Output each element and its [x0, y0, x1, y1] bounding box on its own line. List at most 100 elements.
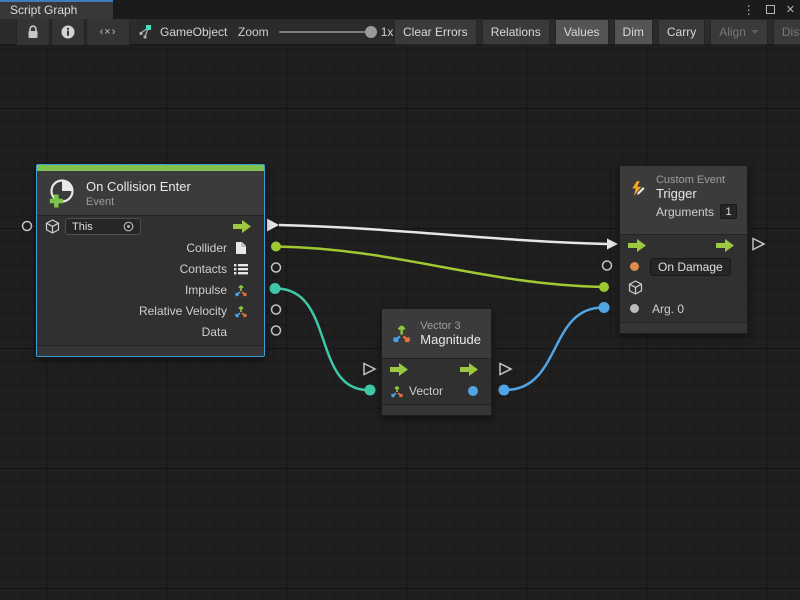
port-label: Vector: [409, 384, 443, 398]
row-data: Data: [37, 321, 264, 342]
row-contacts: Contacts: [37, 258, 264, 279]
row-flow: [620, 235, 747, 256]
info-button[interactable]: [51, 19, 85, 45]
port-label: Contacts: [180, 262, 227, 276]
arguments-label: Arguments: [656, 205, 714, 219]
zoom-slider-handle[interactable]: [365, 26, 377, 38]
graph-pointer[interactable]: GameObject: [138, 19, 227, 45]
node-title: Magnitude: [420, 332, 481, 347]
wire-magnitude[interactable]: [505, 308, 603, 391]
cube-icon: [628, 280, 643, 295]
collision-event-icon: [47, 178, 77, 208]
port-collider-output[interactable]: [271, 242, 281, 252]
wire-impulse[interactable]: [276, 289, 368, 391]
value-port[interactable]: [630, 304, 639, 313]
port-label: Arg. 0: [652, 302, 684, 316]
node-magnitude[interactable]: Vector 3 Magnitude: [381, 308, 492, 416]
vector3-icon: [390, 384, 404, 398]
relations-button[interactable]: Relations: [482, 19, 550, 45]
flow-out-arrow-icon[interactable]: [460, 363, 478, 376]
wire-flow[interactable]: [279, 225, 607, 244]
cube-icon: [45, 219, 60, 234]
values-button[interactable]: Values: [555, 19, 609, 45]
row-target: [620, 277, 747, 298]
zoom-value: 1x: [381, 25, 394, 39]
node-footer: [37, 345, 264, 356]
vector3-icon: [234, 283, 248, 297]
zoom-control: Zoom 1x: [238, 19, 393, 45]
port-label: Collider: [186, 241, 227, 255]
vector3-icon: [234, 304, 248, 318]
window-menu-icon[interactable]: ⋮: [743, 3, 755, 17]
port-contacts-output[interactable]: [272, 263, 281, 272]
node-on-collision-enter[interactable]: On Collision Enter Event This: [36, 164, 265, 357]
port-target-input[interactable]: [599, 282, 609, 292]
node-trigger-custom-event[interactable]: Custom Event Trigger Arguments 1: [619, 165, 748, 334]
collider-object-icon: [235, 241, 247, 255]
port-relative-velocity-output[interactable]: [272, 305, 281, 314]
port-this-input[interactable]: [23, 222, 32, 231]
tab-bar: Script Graph ⋮ ✕: [0, 0, 800, 19]
flow-in-arrow-icon[interactable]: [390, 363, 408, 376]
wire-flow-arrowhead: [607, 239, 618, 250]
node-subtitle: Event: [86, 196, 191, 208]
code-icon: ‹×›: [100, 26, 117, 38]
maximize-icon[interactable]: [766, 5, 775, 14]
wire-collider[interactable]: [277, 247, 603, 288]
row-target: This: [37, 216, 264, 237]
graph-icon: [138, 24, 154, 40]
close-icon[interactable]: ✕: [786, 3, 795, 16]
port-label: Data: [202, 325, 227, 339]
row-impulse: Impulse: [37, 279, 264, 300]
port-data-output[interactable]: [272, 326, 281, 335]
distribute-button: Distribute: [773, 19, 800, 45]
toolbar-buttons: Clear Errors Relations Values Dim Carry …: [394, 19, 800, 45]
custom-event-icon: [630, 174, 647, 204]
node-header: Vector 3 Magnitude: [382, 309, 491, 359]
arguments-field[interactable]: 1: [720, 204, 737, 219]
carry-button[interactable]: Carry: [658, 19, 705, 45]
port-flow-in-magnitude[interactable]: [364, 364, 375, 375]
port-event-name-input[interactable]: [603, 261, 612, 270]
object-picker-icon[interactable]: [123, 221, 134, 232]
zoom-label: Zoom: [238, 25, 269, 39]
port-magnitude-output[interactable]: [499, 385, 510, 396]
node-header: Custom Event Trigger Arguments 1: [620, 166, 747, 235]
port-label: Relative Velocity: [139, 304, 227, 318]
port-label: Impulse: [185, 283, 227, 297]
port-arg0-input[interactable]: [599, 302, 610, 313]
float-output-port[interactable]: [468, 386, 478, 396]
port-flow-out-collision[interactable]: [267, 219, 279, 232]
graph-toolbar: ‹×› GameObject Zoom 1x Clear Errors Rela…: [0, 19, 800, 45]
align-button: Align: [710, 19, 768, 45]
flow-out-arrow-icon[interactable]: [233, 220, 251, 233]
script-graph-window: Script Graph ⋮ ✕ ‹×›: [0, 0, 800, 600]
port-impulse-output[interactable]: [270, 283, 281, 294]
lock-button[interactable]: [16, 19, 50, 45]
node-footer: [620, 322, 747, 333]
flow-out-arrow-icon[interactable]: [716, 239, 734, 252]
graph-pointer-label: GameObject: [160, 25, 227, 39]
vector3-icon: [392, 316, 411, 352]
zoom-slider[interactable]: [279, 31, 371, 33]
port-vector-input[interactable]: [365, 385, 376, 396]
port-flow-out-trigger[interactable]: [753, 239, 764, 250]
flow-in-arrow-icon[interactable]: [628, 239, 646, 252]
row-collider: Collider: [37, 237, 264, 258]
list-icon: [234, 263, 248, 275]
tab-script-graph[interactable]: Script Graph: [0, 0, 113, 19]
event-name-field[interactable]: On Damage: [650, 258, 731, 276]
info-icon: [61, 25, 75, 39]
dim-button[interactable]: Dim: [614, 19, 653, 45]
port-flow-out-magnitude[interactable]: [500, 364, 511, 375]
row-arg0: Arg. 0: [620, 298, 747, 319]
row-flow: [382, 359, 491, 380]
row-event-name: On Damage: [620, 256, 747, 277]
this-field[interactable]: This: [65, 218, 141, 235]
string-port[interactable]: [630, 262, 639, 271]
code-view-button[interactable]: ‹×›: [86, 19, 130, 45]
tab-label: Script Graph: [10, 3, 77, 17]
clear-errors-button[interactable]: Clear Errors: [394, 19, 477, 45]
graph-canvas[interactable]: On Collision Enter Event This: [0, 45, 800, 600]
lock-icon: [27, 25, 39, 39]
